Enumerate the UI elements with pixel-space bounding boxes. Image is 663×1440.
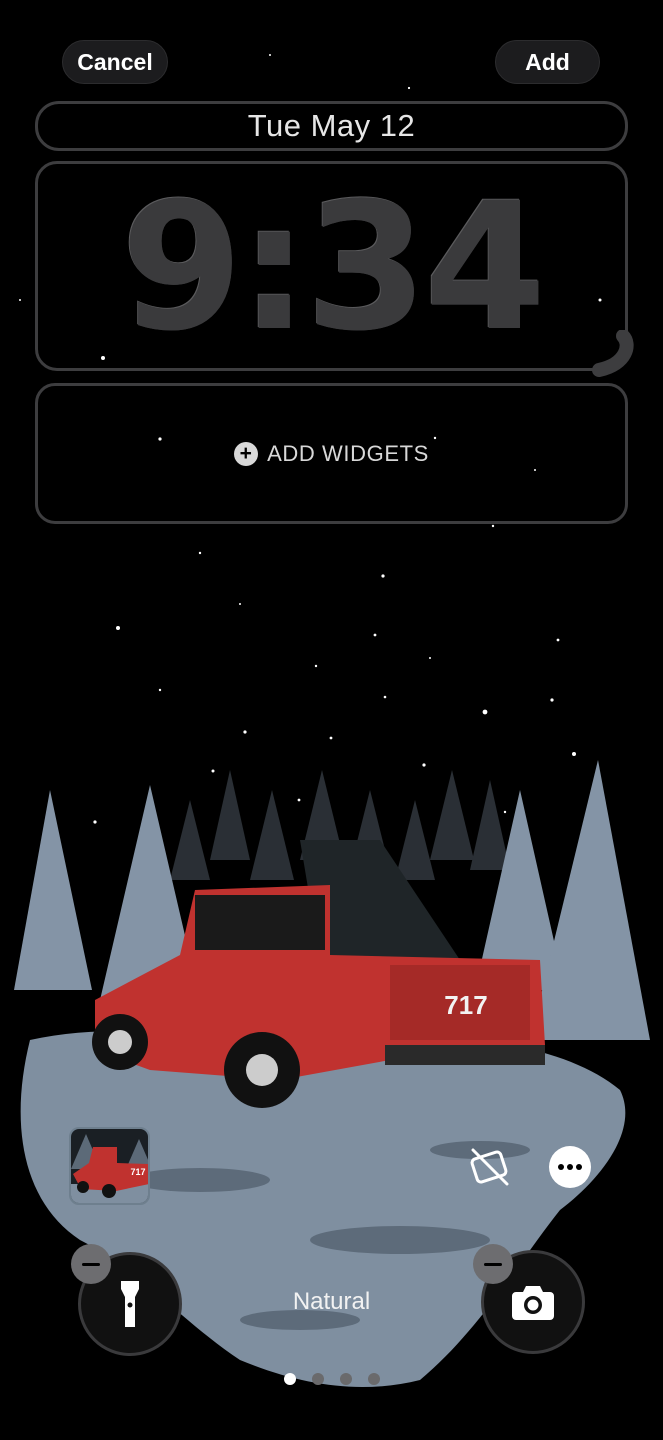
ellipsis-icon [558,1164,582,1170]
more-options-button[interactable] [549,1146,591,1188]
add-button[interactable]: Add [495,40,600,84]
remove-flashlight-button[interactable] [71,1244,111,1284]
page-dot[interactable] [283,1373,296,1385]
plus-icon: + [234,441,259,466]
page-dot[interactable] [367,1373,380,1385]
date-label: Tue May 12 [247,108,416,143]
widgets-area[interactable]: + ADD WIDGETS [35,383,628,524]
plate-text: 717 [444,990,487,1020]
wallpaper-thumbnail[interactable]: 717 [69,1127,150,1205]
clock-frame[interactable]: 9:34 [35,161,628,371]
resize-handle-icon[interactable] [587,330,635,378]
focus-filter-icon[interactable] [468,1145,512,1189]
add-widgets-button[interactable]: + ADD WIDGETS [234,441,429,467]
wallpaper-style-label: Natural [292,1288,371,1315]
page-dot[interactable] [311,1373,324,1385]
svg-text:717: 717 [130,1167,145,1177]
cancel-button[interactable]: Cancel [62,40,168,84]
date-widget-frame[interactable]: Tue May 12 [35,101,628,151]
clock-time: 9:34 [120,165,547,370]
minus-icon [484,1262,502,1266]
thumbnail-image: 717 [71,1129,148,1203]
remove-camera-button[interactable] [473,1244,513,1284]
add-widgets-label: ADD WIDGETS [267,440,429,466]
minus-icon [82,1262,100,1266]
page-indicator[interactable] [0,1373,663,1385]
page-dot[interactable] [339,1373,352,1385]
